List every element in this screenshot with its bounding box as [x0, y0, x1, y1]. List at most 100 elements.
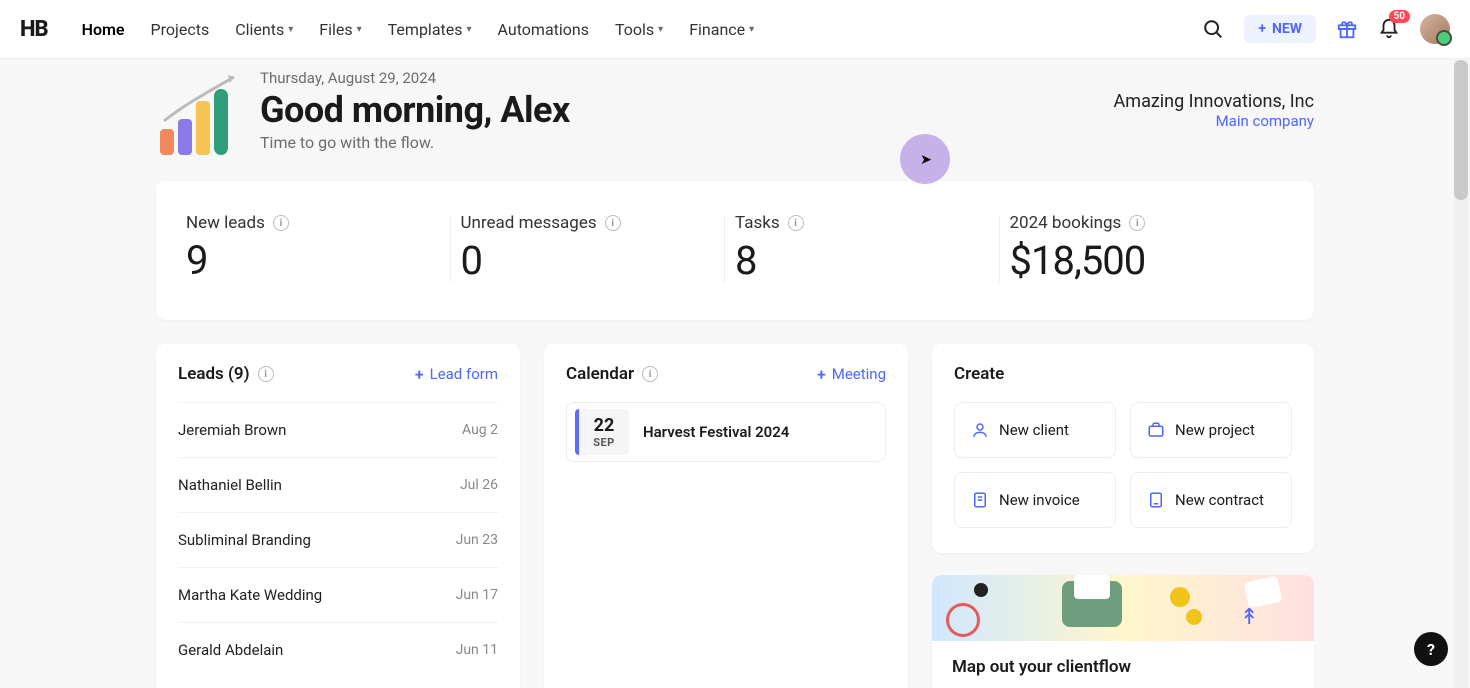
info-icon[interactable]: i [273, 215, 289, 231]
chevron-down-icon: ▾ [467, 24, 472, 35]
create-card: Create New client New project [932, 344, 1314, 553]
stat-label-text: 2024 bookings [1010, 213, 1122, 233]
stat-value: 8 [735, 237, 990, 284]
nav-templates[interactable]: Templates ▾ [388, 20, 472, 39]
nav-items: Home Projects Clients▾ Files ▾ Templates ▾… [82, 20, 1203, 39]
nav-templates-label: Templates [388, 20, 463, 39]
contract-icon [1147, 491, 1165, 509]
card-header: Leads (9) i + Lead form [178, 364, 498, 384]
stat-label: 2024 bookings i [1010, 213, 1265, 233]
nav-tools-label: Tools [615, 20, 654, 39]
chevron-down-icon: ▾ [658, 24, 663, 35]
stat-label-text: Tasks [735, 213, 780, 233]
stat-label-text: Unread messages [461, 213, 597, 233]
info-icon[interactable]: i [1129, 215, 1145, 231]
lead-name: Nathaniel Bellin [178, 476, 282, 494]
nav-finance[interactable]: Finance▾ [689, 20, 754, 39]
company-name: Amazing Innovations, Inc [1114, 91, 1314, 112]
avatar[interactable] [1420, 14, 1450, 44]
notification-badge: 50 [1389, 10, 1410, 23]
calendar-card: Calendar i + Meeting 22 SEP Harvest Fest… [544, 344, 908, 688]
stat-value: 9 [186, 237, 441, 284]
logo[interactable]: HB [20, 17, 48, 42]
nav-automations[interactable]: Automations [498, 20, 589, 39]
stat-label: Tasks i [735, 213, 990, 233]
nav-files[interactable]: Files ▾ [319, 20, 361, 39]
nav-tools[interactable]: Tools ▾ [615, 20, 663, 39]
stat-label-text: New leads [186, 213, 265, 233]
greeting-headline: Good morning, Alex [260, 89, 1114, 131]
leads-card: Leads (9) i + Lead form Jeremiah Brown A… [156, 344, 520, 688]
help-button[interactable]: ? [1414, 632, 1448, 666]
stat-value: 0 [461, 237, 716, 284]
new-button-label: NEW [1272, 21, 1302, 37]
stats-card: New leads i 9 Unread messages i 0 Tasks … [156, 181, 1314, 320]
card-action-label: Lead form [430, 365, 498, 383]
date-label: Thursday, August 29, 2024 [260, 69, 1114, 87]
stat-tasks[interactable]: Tasks i 8 [735, 213, 1010, 284]
nav-files-label: Files [319, 20, 352, 39]
briefcase-icon [1147, 421, 1165, 439]
company-link[interactable]: Main company [1114, 112, 1314, 130]
nav-right: + NEW 50 [1202, 14, 1450, 44]
info-icon[interactable]: i [642, 366, 658, 382]
scrollbar-thumb[interactable] [1454, 60, 1468, 200]
info-icon[interactable]: i [605, 215, 621, 231]
event-month: SEP [579, 436, 629, 449]
stat-bookings[interactable]: 2024 bookings i $18,500 [1010, 213, 1285, 284]
new-invoice-button[interactable]: New invoice [954, 472, 1116, 528]
create-title: Create [954, 364, 1004, 384]
greeting-subtext: Time to go with the flow. [260, 133, 1114, 152]
new-project-button[interactable]: New project [1130, 402, 1292, 458]
new-client-button[interactable]: New client [954, 402, 1116, 458]
stat-label: New leads i [186, 213, 441, 233]
nav-finance-label: Finance [689, 20, 745, 39]
columns-row: Leads (9) i + Lead form Jeremiah Brown A… [156, 344, 1314, 688]
event-title: Harvest Festival 2024 [643, 423, 789, 441]
info-icon[interactable]: i [788, 215, 804, 231]
lead-row[interactable]: Gerald Abdelain Jun 11 [178, 622, 498, 677]
create-btn-label: New contract [1175, 491, 1264, 509]
invoice-icon [971, 491, 989, 509]
lead-form-button[interactable]: + Lead form [415, 365, 498, 384]
create-grid: New client New project New invoice [954, 402, 1292, 528]
calendar-event[interactable]: 22 SEP Harvest Festival 2024 [566, 402, 886, 462]
event-date-badge: 22 SEP [575, 409, 629, 455]
plus-icon: + [1258, 21, 1266, 37]
create-btn-label: New client [999, 421, 1069, 439]
nav-home[interactable]: Home [82, 20, 125, 39]
lead-row[interactable]: Nathaniel Bellin Jul 26 [178, 457, 498, 512]
gift-icon[interactable] [1336, 18, 1358, 40]
lead-row[interactable]: Martha Kate Wedding Jun 17 [178, 567, 498, 622]
search-icon[interactable] [1202, 18, 1224, 40]
nav-clients[interactable]: Clients▾ [235, 20, 293, 39]
card-title-text: Calendar [566, 364, 634, 384]
lead-name: Jeremiah Brown [178, 421, 286, 439]
new-button[interactable]: + NEW [1244, 15, 1316, 43]
leads-title: Leads (9) i [178, 364, 274, 384]
nav-projects[interactable]: Projects [151, 20, 210, 39]
card-action-label: Meeting [832, 365, 886, 383]
person-icon [971, 421, 989, 439]
chevron-down-icon: ▾ [357, 24, 362, 35]
promo-card[interactable]: ↟ Map out your clientflow [932, 575, 1314, 688]
plus-icon: + [415, 365, 424, 384]
stat-new-leads[interactable]: New leads i 9 [186, 213, 461, 284]
calendar-title: Calendar i [566, 364, 658, 384]
lead-row[interactable]: Subliminal Branding Jun 23 [178, 512, 498, 567]
lead-row[interactable]: Jeremiah Brown Aug 2 [178, 402, 498, 457]
create-btn-label: New project [1175, 421, 1255, 439]
stat-label: Unread messages i [461, 213, 716, 233]
stat-unread-messages[interactable]: Unread messages i 0 [461, 213, 736, 284]
info-icon[interactable]: i [258, 366, 274, 382]
lead-name: Martha Kate Wedding [178, 586, 322, 604]
stat-value: $18,500 [1010, 237, 1265, 284]
new-contract-button[interactable]: New contract [1130, 472, 1292, 528]
greeting-text: Thursday, August 29, 2024 Good morning, … [260, 69, 1114, 152]
promo-title: Map out your clientflow [932, 641, 1314, 688]
meeting-button[interactable]: + Meeting [817, 365, 886, 384]
top-nav: HB Home Projects Clients▾ Files ▾ Templat… [0, 0, 1470, 59]
chevron-down-icon: ▾ [288, 24, 293, 35]
lead-date: Jun 11 [456, 642, 498, 658]
notifications-button[interactable]: 50 [1378, 18, 1400, 40]
